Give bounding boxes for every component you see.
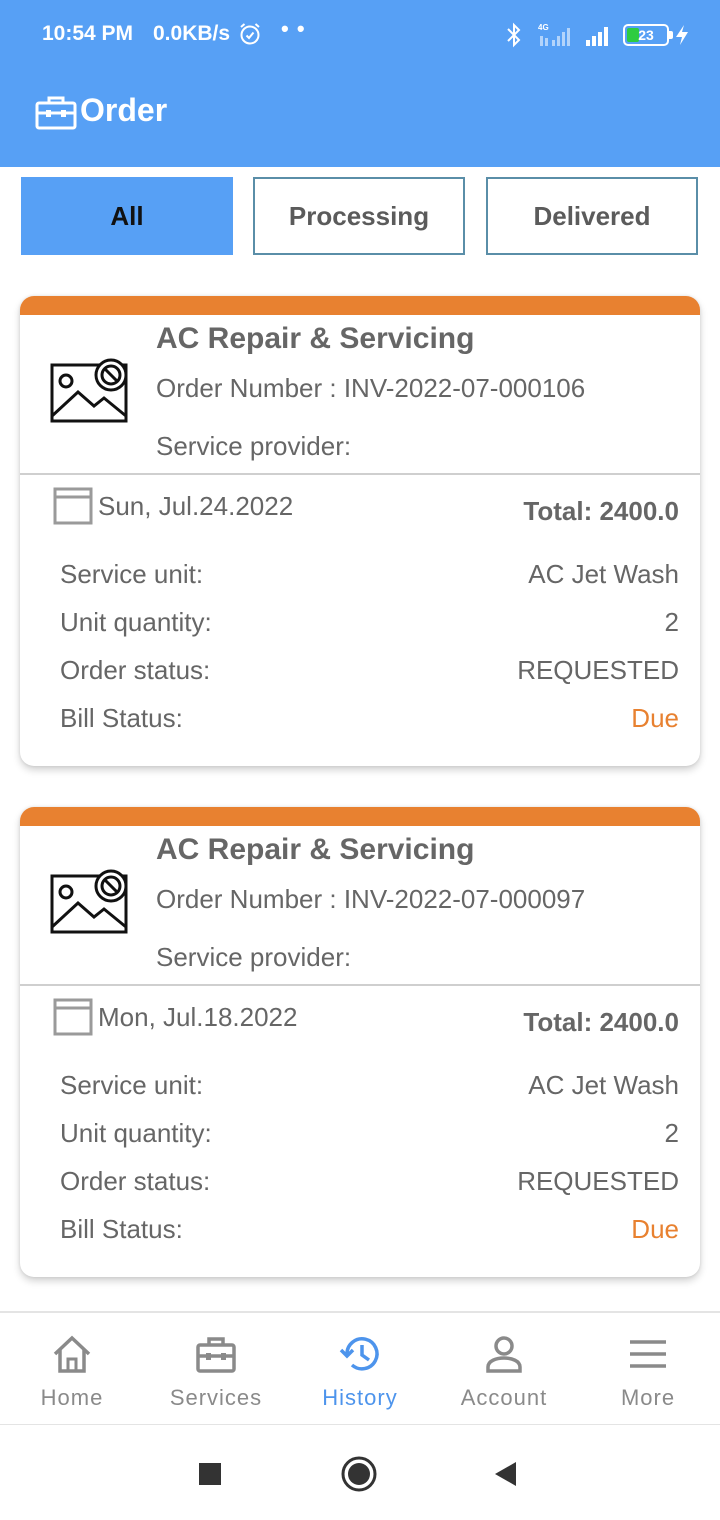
order-status-label: Order status: (60, 655, 211, 685)
nav-home[interactable]: Home (0, 1313, 144, 1425)
home-circle-icon[interactable] (339, 1454, 379, 1494)
network-type-label: 4G (538, 23, 549, 32)
bill-status-label: Bill Status: (60, 1214, 183, 1244)
menu-icon (630, 1340, 666, 1368)
nav-history-label: History (322, 1385, 398, 1410)
order-number: Order Number : INV-2022-07-000097 (156, 884, 586, 914)
signal-icon (586, 27, 608, 46)
order-status-label: Order status: (60, 1166, 211, 1196)
image-placeholder-icon (50, 869, 128, 934)
tab-delivered-label: Delivered (533, 200, 651, 231)
order-card[interactable]: AC Repair & Servicing Order Number : INV… (20, 807, 700, 1277)
bill-status-row: Bill Status: Due (60, 703, 679, 737)
order-status-row: Order status: REQUESTED (60, 1166, 679, 1200)
signal-4g-icon: 4G (538, 23, 570, 46)
bill-status-label: Bill Status: (60, 703, 183, 733)
nav-more-label: More (620, 1385, 676, 1410)
service-unit-row: Service unit: AC Jet Wash (60, 1070, 679, 1104)
nav-home-label: Home (40, 1385, 104, 1410)
calendar-icon (53, 998, 93, 1036)
unit-quantity-label: Unit quantity: (60, 1118, 212, 1148)
order-status-value: REQUESTED (517, 1166, 679, 1196)
unit-quantity-row: Unit quantity: 2 (60, 1118, 679, 1152)
nav-services-label: Services (169, 1385, 263, 1410)
briefcase-icon (35, 96, 77, 130)
card-divider (20, 984, 700, 986)
order-total: Total: 2400.0 (523, 1007, 679, 1037)
image-placeholder-icon (50, 358, 128, 423)
battery-cap (669, 31, 673, 39)
bill-status-row: Bill Status: Due (60, 1214, 679, 1248)
service-title: AC Repair & Servicing (156, 322, 475, 355)
history-icon (339, 1337, 379, 1371)
order-status-value: REQUESTED (517, 655, 679, 685)
system-navigation (0, 1426, 720, 1520)
card-divider (20, 473, 700, 475)
charging-icon (676, 25, 688, 45)
order-total: Total: 2400.0 (523, 496, 679, 526)
unit-quantity-label: Unit quantity: (60, 607, 212, 637)
account-icon (486, 1336, 522, 1373)
status-dots: • • (281, 16, 306, 41)
service-provider: Service provider: (156, 942, 352, 972)
recent-apps-icon[interactable] (190, 1454, 230, 1494)
alarm-icon (240, 23, 260, 45)
battery-icon: 23 (623, 24, 669, 46)
tab-all-label: All (110, 200, 144, 231)
order-status-row: Order status: REQUESTED (60, 655, 679, 689)
calendar-icon (53, 487, 93, 525)
briefcase-icon (196, 1337, 236, 1373)
card-accent-bar (20, 296, 700, 315)
unit-quantity-value: 2 (664, 607, 679, 637)
tab-delivered[interactable]: Delivered (486, 177, 698, 255)
nav-more[interactable]: More (576, 1313, 720, 1425)
battery-level: 23 (638, 27, 654, 43)
card-accent-bar (20, 807, 700, 826)
service-unit-value: AC Jet Wash (528, 559, 679, 589)
status-net-speed: 0.0KB/s (153, 22, 231, 45)
order-number: Order Number : INV-2022-07-000106 (156, 373, 586, 403)
order-date: Sun, Jul.24.2022 (98, 491, 294, 521)
service-provider: Service provider: (156, 431, 352, 461)
nav-account[interactable]: Account (432, 1313, 576, 1425)
order-card[interactable]: AC Repair & Servicing Order Number : INV… (20, 296, 700, 766)
nav-account-label: Account (460, 1385, 548, 1410)
unit-quantity-value: 2 (664, 1118, 679, 1148)
service-unit-label: Service unit: (60, 559, 204, 589)
app-bar: Order (0, 70, 720, 167)
status-time: 10:54 PM (42, 22, 134, 45)
service-unit-value: AC Jet Wash (528, 1070, 679, 1100)
tab-all[interactable]: All (21, 177, 233, 255)
back-icon[interactable] (486, 1454, 526, 1494)
service-unit-row: Service unit: AC Jet Wash (60, 559, 679, 593)
tab-processing[interactable]: Processing (253, 177, 465, 255)
bill-status-value: Due (631, 703, 679, 733)
nav-services[interactable]: Services (144, 1313, 288, 1425)
bill-status-value: Due (631, 1214, 679, 1244)
bottom-navigation: Home Services History Account More (0, 1311, 720, 1425)
service-unit-label: Service unit: (60, 1070, 204, 1100)
unit-quantity-row: Unit quantity: 2 (60, 607, 679, 641)
tab-processing-label: Processing (288, 200, 430, 231)
service-title: AC Repair & Servicing (156, 833, 475, 866)
home-icon (53, 1335, 91, 1373)
nav-history[interactable]: History (288, 1313, 432, 1425)
bluetooth-icon (507, 22, 521, 48)
status-bar: 10:54 PM 0.0KB/s • • 4G 23 (0, 0, 720, 70)
order-date: Mon, Jul.18.2022 (98, 1002, 298, 1032)
page-title: Order (80, 92, 168, 128)
